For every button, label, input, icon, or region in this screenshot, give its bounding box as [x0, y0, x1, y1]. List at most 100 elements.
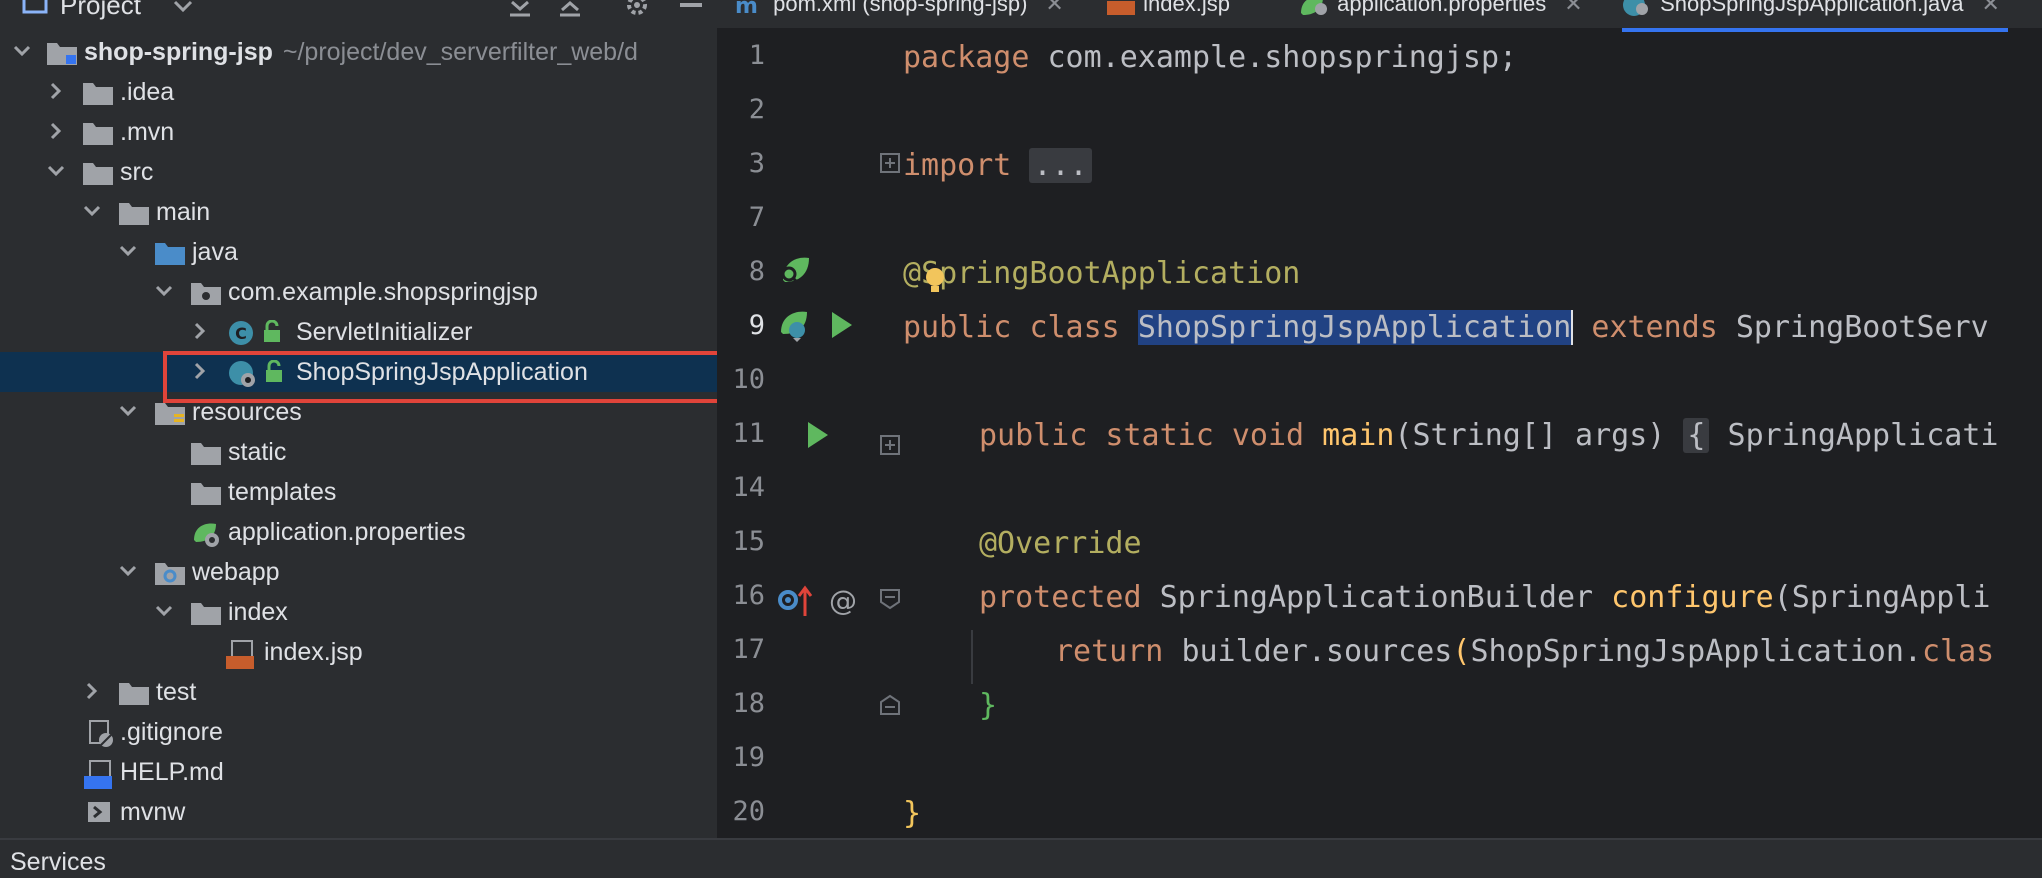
tree-item-help-md[interactable]: HELP.md — [0, 752, 717, 792]
tree-item-java[interactable]: java — [0, 232, 717, 272]
tree-item-shop-spring-jsp[interactable]: shop-spring-jsp ~/project/dev_serverfilte… — [0, 32, 717, 72]
chevron-right-icon[interactable] — [82, 672, 102, 712]
code-text: (SpringAppli — [1773, 580, 1991, 615]
tab-application-properties[interactable]: application.properties ✕ — [1299, 0, 1583, 28]
line-number: 10 — [732, 364, 765, 395]
gear-icon[interactable] — [624, 0, 650, 18]
chevron-down-icon[interactable] — [118, 552, 138, 592]
close-icon[interactable]: ✕ — [1564, 0, 1582, 16]
chevron-down-icon[interactable] — [12, 32, 32, 72]
hide-panel-icon[interactable] — [678, 0, 704, 10]
tree-item-static[interactable]: static — [0, 432, 717, 472]
module-folder-icon — [47, 43, 77, 65]
chevron-down-icon[interactable] — [154, 272, 174, 312]
override-method-icon[interactable] — [777, 584, 813, 618]
tree-item-shop-spring-jsp-application[interactable]: ShopSpringJspApplication — [0, 352, 717, 392]
spring-bean-search-icon[interactable] — [777, 254, 813, 288]
line-number: 8 — [748, 256, 765, 287]
folder-icon — [83, 163, 113, 185]
spring-bean-icon[interactable] — [777, 308, 813, 344]
project-view-icon[interactable] — [22, 0, 50, 14]
line-number: 7 — [748, 202, 765, 233]
tree-item-label: src — [120, 158, 154, 186]
chevron-down-icon[interactable] — [118, 392, 138, 432]
webapp-folder-icon — [155, 563, 185, 585]
fold-expand-icon[interactable] — [879, 434, 901, 456]
spring-properties-icon — [1301, 0, 1327, 16]
lightbulb-icon[interactable] — [923, 266, 947, 296]
code-text: builder.sources — [1181, 634, 1453, 669]
chevron-right-icon[interactable] — [190, 312, 210, 352]
folder-icon — [191, 443, 221, 465]
tab-pom-xml[interactable]: m pom.xml (shop-spring-jsp) ✕ — [735, 0, 1064, 28]
project-panel: Project shop-spring-jsp ~/project/dev_ser… — [0, 0, 717, 838]
tree-item-index-folder[interactable]: index — [0, 592, 717, 632]
chevron-down-icon[interactable] — [154, 592, 174, 632]
keyword: extends — [1591, 310, 1718, 345]
text-cursor — [1571, 310, 1574, 345]
chevron-down-icon[interactable] — [118, 232, 138, 272]
folded-method-body[interactable]: { — [1683, 418, 1710, 453]
collapse-all-icon[interactable] — [508, 0, 532, 18]
tab-shop-spring-jsp-application[interactable]: ShopSpringJspApplication.java ✕ — [1622, 0, 2008, 32]
svg-text:m: m — [735, 0, 758, 17]
tree-item-index-jsp[interactable]: index.jsp — [0, 632, 717, 672]
tree-item-servlet-initializer[interactable]: C ServletInitializer — [0, 312, 717, 352]
tree-item-idea[interactable]: .idea — [0, 72, 717, 112]
tree-item-label: com.example.shopspringjsp — [228, 278, 538, 306]
line-number: 11 — [732, 418, 765, 449]
tree-item-mvn[interactable]: .mvn — [0, 112, 717, 152]
code-text: SpringApplicationBuilder — [1159, 580, 1594, 615]
spring-properties-icon — [194, 523, 219, 547]
project-panel-title[interactable]: Project — [60, 0, 141, 21]
fold-collapse-icon[interactable] — [879, 694, 901, 716]
tree-item-src[interactable]: src — [0, 152, 717, 192]
tree-item-label: .idea — [120, 78, 175, 106]
chevron-right-icon[interactable] — [190, 352, 210, 392]
chevron-right-icon[interactable] — [46, 112, 66, 152]
code-text: SpringApplicati — [1727, 418, 1999, 453]
code-text: SpringBootServ — [1735, 310, 1989, 345]
chevron-down-icon[interactable] — [172, 0, 194, 14]
fold-expand-icon[interactable] — [879, 152, 901, 174]
tab-index-jsp[interactable]: index.jsp — [1105, 0, 1230, 28]
tree-item-gitignore[interactable]: .gitignore — [0, 712, 717, 752]
annotation-name: @Override — [979, 526, 1142, 561]
tree-item-label: index — [228, 598, 288, 626]
tree-item-application-properties[interactable]: application.properties — [0, 512, 717, 552]
tree-item-templates[interactable]: templates — [0, 472, 717, 512]
tree-item-test[interactable]: test — [0, 672, 717, 712]
run-icon[interactable] — [805, 420, 831, 450]
tree-item-package[interactable]: com.example.shopspringjsp — [0, 272, 717, 312]
markdown-icon — [84, 760, 112, 789]
close-icon[interactable]: ✕ — [1981, 0, 1999, 16]
tree-item-resources[interactable]: resources — [0, 392, 717, 432]
bottom-tool-bar: Services — [0, 838, 2042, 878]
chevron-down-icon[interactable] — [82, 192, 102, 232]
expand-all-icon[interactable] — [558, 0, 582, 18]
annotation-at-icon[interactable]: @ — [827, 584, 859, 616]
services-tab[interactable]: Services — [10, 848, 106, 877]
tree-item-mvnw[interactable]: mvnw — [0, 792, 717, 832]
chevron-right-icon[interactable] — [46, 72, 66, 112]
run-icon[interactable] — [829, 310, 855, 340]
chevron-down-icon[interactable] — [46, 152, 66, 192]
svg-text:C: C — [235, 324, 247, 343]
fold-collapse-icon[interactable] — [879, 588, 901, 610]
folder-icon — [83, 83, 113, 105]
tree-item-webapp[interactable]: webapp — [0, 552, 717, 592]
selected-class-name[interactable]: ShopSpringJspApplication — [1137, 310, 1572, 345]
spring-boot-class-icon — [229, 361, 255, 387]
tree-item-main[interactable]: main — [0, 192, 717, 232]
tree-item-label: mvnw — [120, 798, 186, 826]
code-editor[interactable]: m pom.xml (shop-spring-jsp) ✕ index.jsp a… — [717, 0, 2042, 838]
folder-icon — [119, 203, 149, 225]
tab-label: pom.xml (shop-spring-jsp) — [773, 0, 1028, 16]
folder-icon — [119, 683, 149, 705]
folded-imports[interactable]: ... — [1029, 148, 1092, 183]
annotation-name: SpringBootApplication — [921, 256, 1301, 291]
close-icon[interactable]: ✕ — [1045, 0, 1063, 16]
code-line-11: public static void main(String[] args) {… — [979, 418, 1998, 453]
tree-item-label: webapp — [192, 558, 280, 586]
method-name: configure — [1611, 580, 1774, 615]
